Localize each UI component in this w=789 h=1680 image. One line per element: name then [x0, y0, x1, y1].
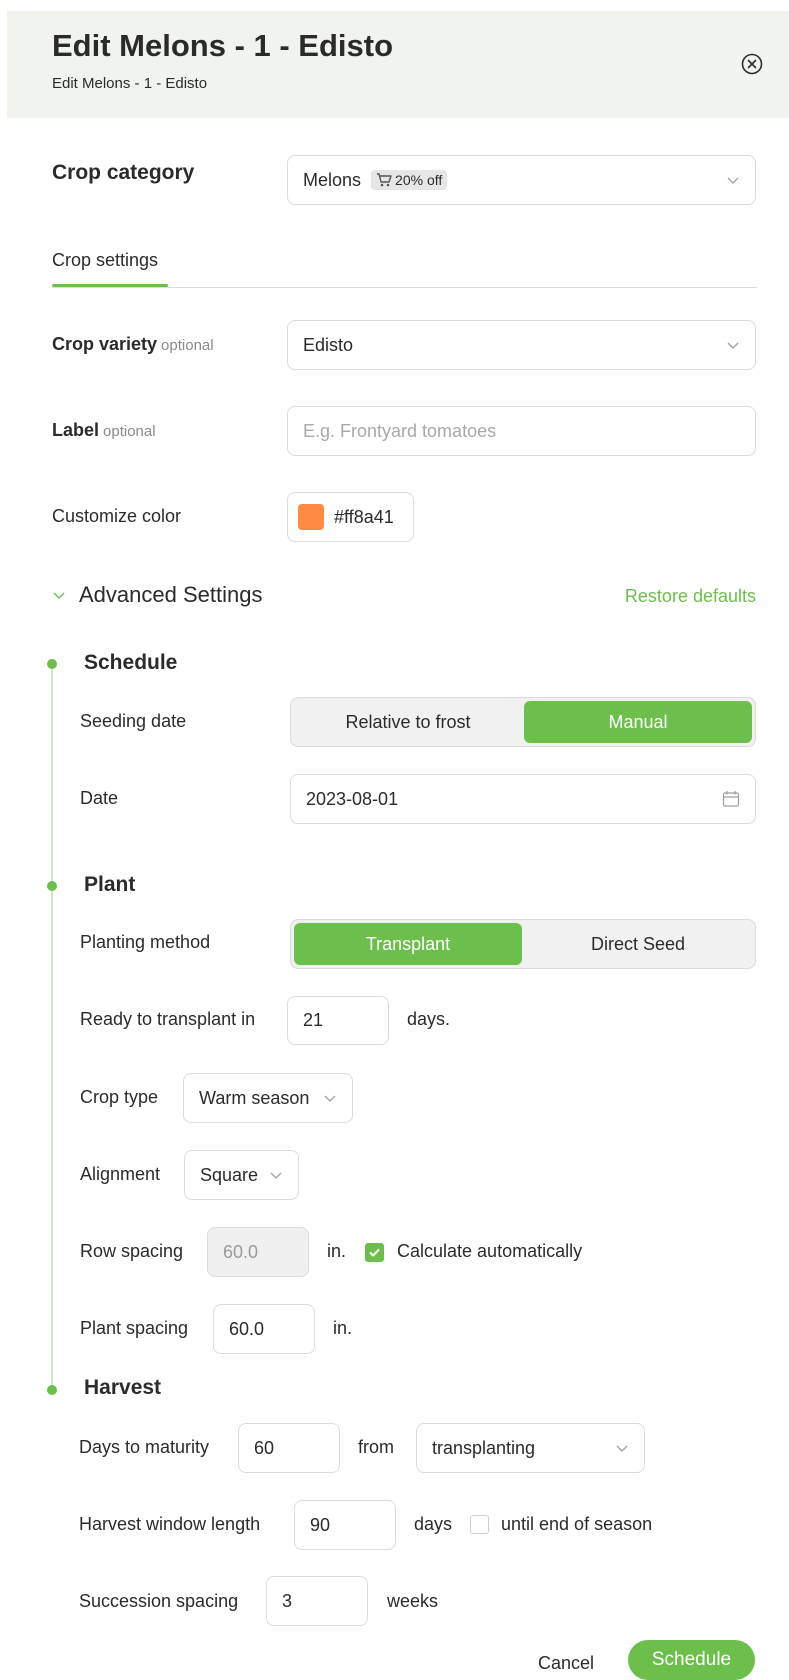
until-end-of-season-label: until end of season — [501, 1514, 653, 1534]
option-relative-to-frost[interactable]: Relative to frost — [294, 701, 522, 743]
schedule-section-title: Schedule — [84, 651, 178, 674]
optional-tag: optional — [103, 423, 156, 440]
chevron-down-icon — [270, 1172, 282, 1179]
optional-tag: optional — [161, 337, 214, 354]
chevron-down-icon — [727, 177, 739, 184]
advanced-settings-toggle[interactable]: Advanced Settings — [79, 582, 262, 608]
label-input[interactable]: E.g. Frontyard tomatoes — [287, 406, 756, 456]
crop-variety-select[interactable]: Edisto — [287, 320, 756, 370]
crop-type-select[interactable]: Warm season — [183, 1073, 353, 1123]
plant-spacing-value: 60.0 — [229, 1318, 265, 1339]
ready-to-transplant-value: 21 — [303, 1010, 324, 1030]
succession-spacing-input[interactable]: 3 — [266, 1576, 368, 1626]
seeding-date-label: Seeding date — [80, 711, 187, 731]
plant-spacing-input[interactable]: 60.0 — [213, 1304, 315, 1354]
crop-variety-value: Edisto — [303, 334, 354, 355]
calendar-icon[interactable] — [722, 790, 740, 808]
alignment-value: Square — [200, 1164, 259, 1185]
chevron-down-icon[interactable] — [52, 588, 66, 602]
color-picker-button[interactable]: #ff8a41 — [287, 492, 414, 542]
discount-badge: 20% off — [371, 170, 448, 190]
label-field-label: Label optional — [52, 420, 156, 441]
crop-variety-label-text: Crop variety — [52, 334, 158, 354]
timeline-dot-harvest — [47, 1385, 57, 1395]
harvest-window-label: Harvest window length — [79, 1514, 261, 1534]
planting-method-toggle: Transplant Direct Seed — [290, 919, 756, 969]
row-spacing-label: Row spacing — [80, 1241, 184, 1261]
crop-category-label: Crop category — [52, 161, 195, 184]
row-spacing-value: 60.0 — [223, 1241, 259, 1262]
crop-category-select[interactable]: Melons 20% off — [287, 155, 756, 205]
date-input[interactable]: 2023-08-01 — [290, 774, 756, 824]
customize-color-label: Customize color — [52, 506, 182, 526]
checkmark-icon — [369, 1248, 380, 1257]
label-field-label-text: Label — [52, 420, 100, 440]
harvest-window-input[interactable]: 90 — [294, 1500, 396, 1550]
close-button[interactable] — [740, 52, 764, 76]
maturity-from-select[interactable]: transplanting — [416, 1423, 645, 1473]
restore-defaults-link[interactable]: Restore defaults — [625, 586, 756, 607]
days-to-maturity-value: 60 — [254, 1437, 275, 1458]
option-transplant[interactable]: Transplant — [294, 923, 522, 965]
succession-spacing-unit: weeks — [387, 1591, 439, 1611]
close-circle-icon — [741, 53, 763, 75]
timeline-dot-schedule — [47, 659, 57, 669]
label-input-placeholder: E.g. Frontyard tomatoes — [303, 420, 497, 441]
crop-variety-label: Crop variety optional — [52, 334, 214, 355]
option-direct-seed[interactable]: Direct Seed — [524, 923, 752, 965]
succession-spacing-label: Succession spacing — [79, 1591, 239, 1611]
calculate-automatically-checkbox[interactable] — [365, 1243, 384, 1262]
maturity-from-value: transplanting — [432, 1437, 536, 1458]
until-end-of-season-checkbox[interactable] — [470, 1515, 489, 1534]
ready-to-transplant-input[interactable]: 21 — [287, 996, 389, 1045]
plant-spacing-unit: in. — [333, 1318, 353, 1338]
cancel-button[interactable]: Cancel — [538, 1653, 594, 1674]
discount-badge-text: 20% off — [395, 172, 443, 188]
page-title: Edit Melons - 1 - Edisto — [52, 28, 394, 63]
ready-to-transplant-unit: days. — [407, 1009, 451, 1029]
date-label: Date — [80, 788, 119, 808]
days-to-maturity-input[interactable]: 60 — [238, 1423, 340, 1473]
alignment-select[interactable]: Square — [184, 1150, 299, 1200]
page-subtitle: Edit Melons - 1 - Edisto — [52, 75, 208, 92]
color-hex-value: #ff8a41 — [334, 506, 394, 527]
crop-category-value: Melons — [303, 169, 362, 190]
tab-crop-settings[interactable]: Crop settings — [52, 250, 158, 271]
timeline-line — [51, 664, 53, 1390]
color-swatch — [298, 504, 324, 530]
calculate-automatically-label: Calculate automatically — [397, 1241, 583, 1261]
seeding-date-toggle: Relative to frost Manual — [290, 697, 756, 747]
succession-spacing-value: 3 — [282, 1590, 293, 1611]
from-label: from — [358, 1437, 394, 1457]
harvest-window-value: 90 — [310, 1514, 331, 1535]
planting-method-label: Planting method — [80, 932, 211, 952]
option-manual[interactable]: Manual — [524, 701, 752, 743]
ready-to-transplant-label: Ready to transplant in — [80, 1009, 256, 1029]
date-input-value: 2023-08-01 — [306, 788, 399, 809]
chevron-down-icon — [616, 1445, 628, 1452]
plant-spacing-label: Plant spacing — [80, 1318, 189, 1338]
timeline-dot-plant — [47, 881, 57, 891]
row-spacing-unit: in. — [327, 1241, 347, 1261]
crop-type-label: Crop type — [80, 1087, 159, 1107]
alignment-label: Alignment — [80, 1164, 161, 1184]
cart-icon — [377, 173, 392, 187]
schedule-button[interactable]: Schedule — [628, 1640, 755, 1680]
row-spacing-input[interactable]: 60.0 — [207, 1227, 309, 1277]
chevron-down-icon — [324, 1095, 336, 1102]
crop-type-value: Warm season — [199, 1087, 310, 1108]
days-to-maturity-label: Days to maturity — [79, 1437, 210, 1457]
plant-section-title: Plant — [84, 873, 136, 896]
harvest-section-title: Harvest — [84, 1376, 162, 1399]
chevron-down-icon — [727, 342, 739, 349]
harvest-window-unit: days — [414, 1514, 453, 1534]
tab-divider — [52, 287, 757, 288]
